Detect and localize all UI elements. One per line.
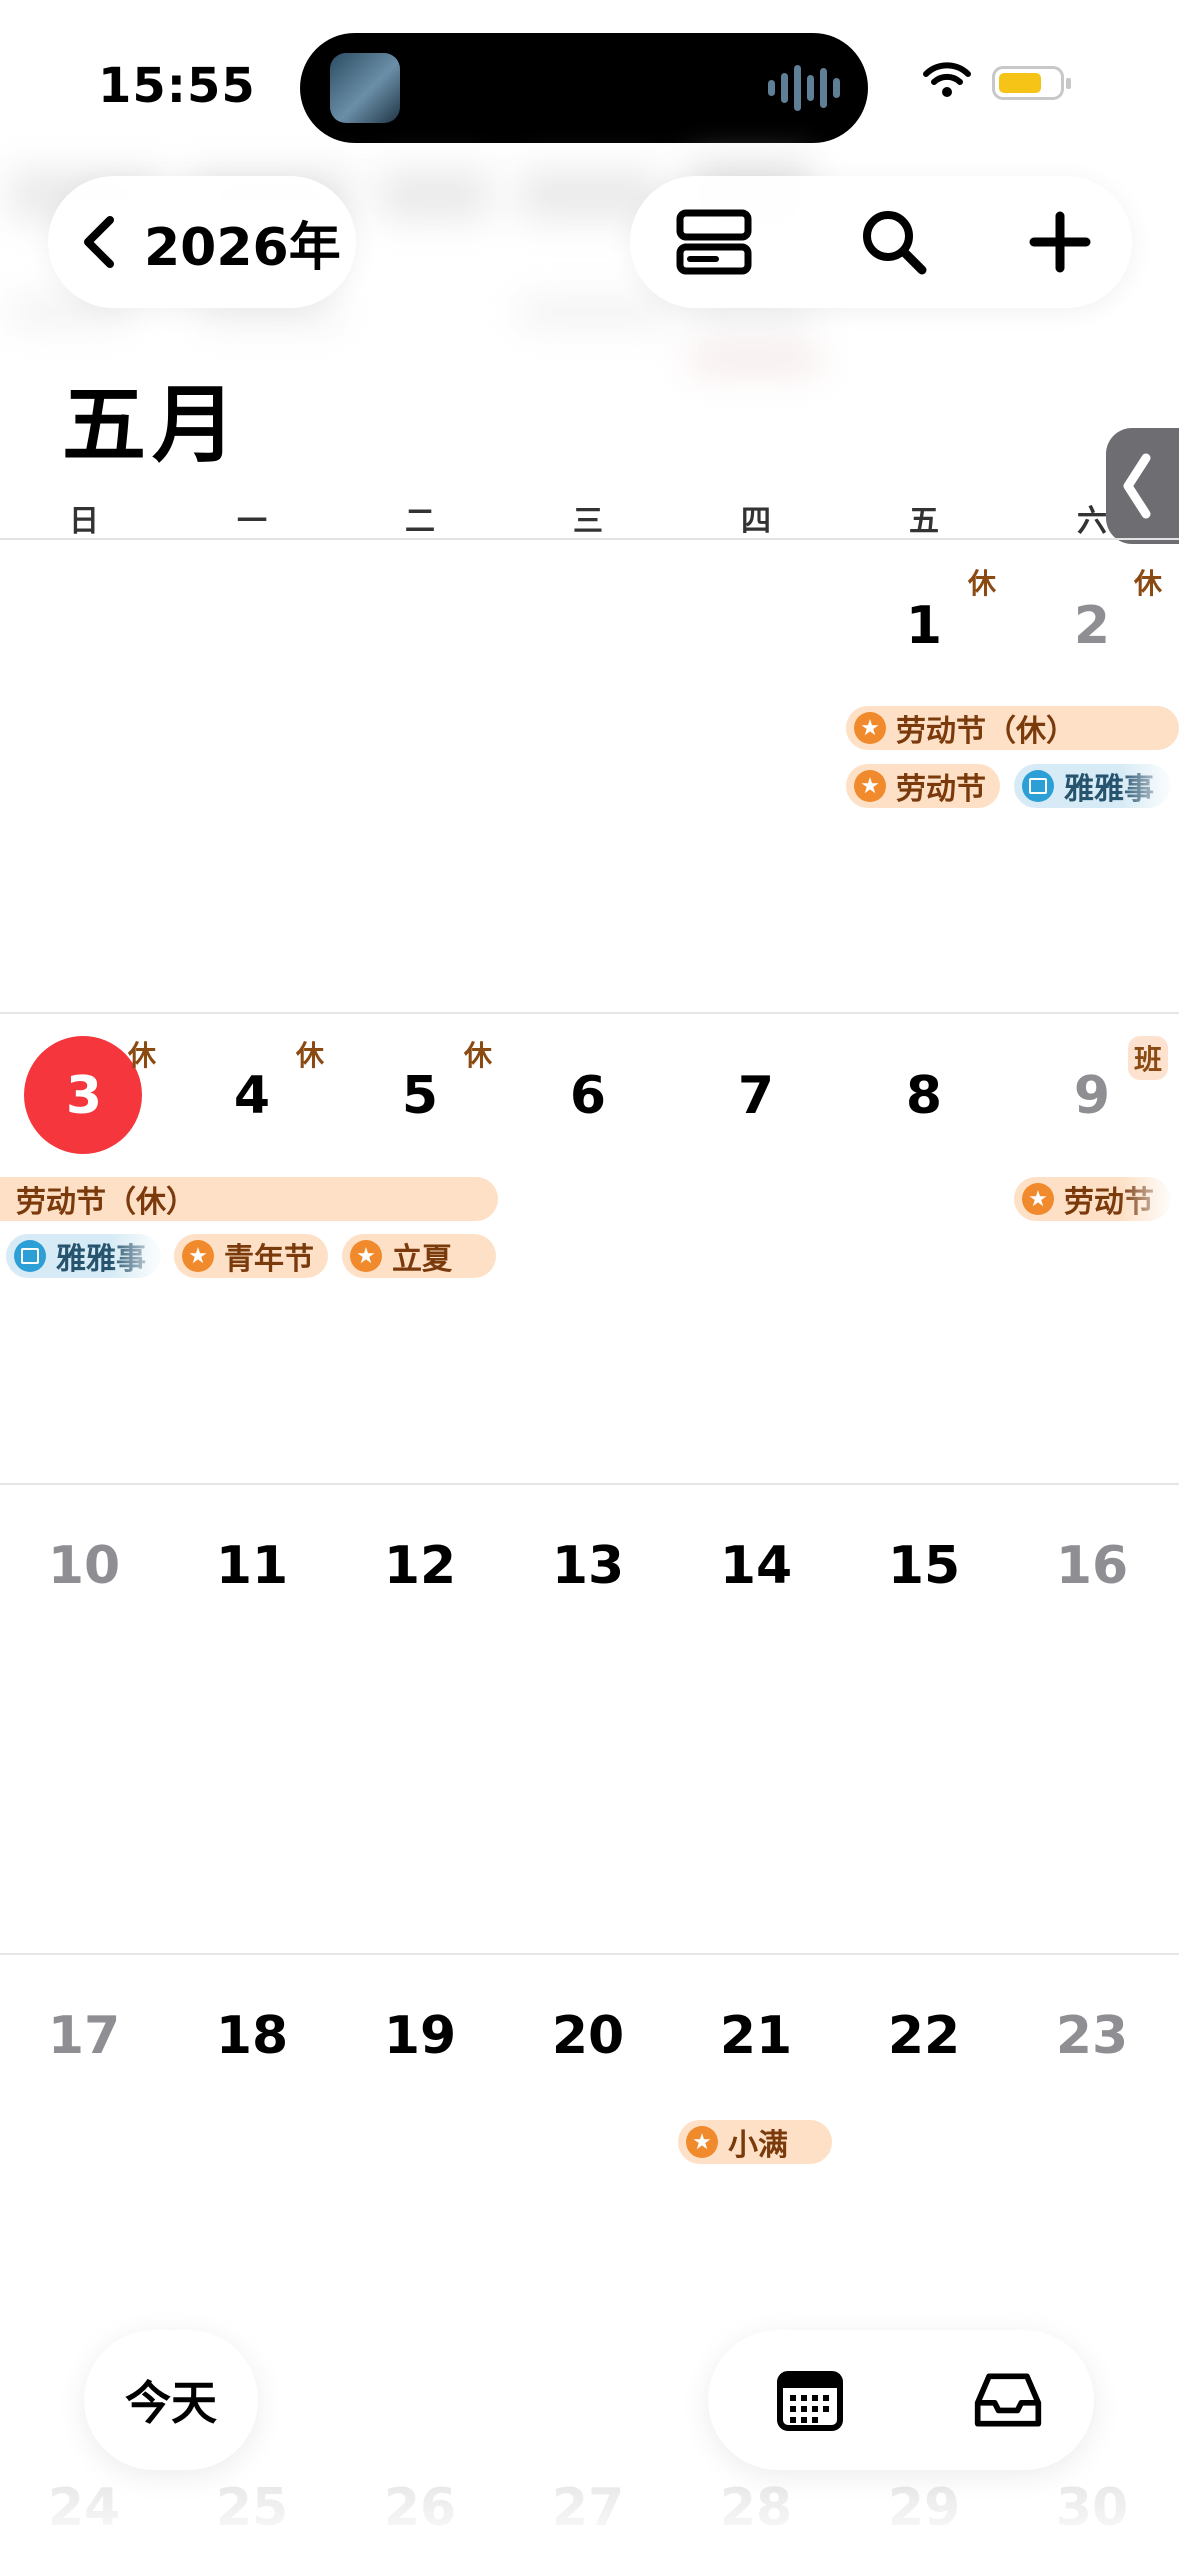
event-label: 劳动节 (1064, 1185, 1154, 1220)
today-button[interactable]: 今天 (84, 2330, 258, 2470)
star-icon: ★ (1022, 1183, 1054, 1215)
event-chip[interactable]: ★ 小满 (678, 2120, 832, 2164)
event-label: 劳动节（休） (16, 1185, 196, 1220)
battery-icon (992, 66, 1071, 100)
day-cell[interactable]: 12 (336, 1536, 504, 1596)
week-divider (0, 1012, 1179, 1014)
day-cell[interactable]: 2 (1008, 596, 1176, 656)
audio-waveform-icon (768, 63, 840, 113)
weekday-thu: 四 (741, 504, 771, 539)
inbox-button[interactable] (972, 2364, 1044, 2436)
event-label: 青年节 (224, 1242, 314, 1277)
list-view-button[interactable] (674, 202, 754, 282)
day-cell[interactable]: 23 (1008, 2006, 1176, 2066)
event-chip[interactable]: ★ 劳动节 (1014, 1177, 1170, 1221)
search-button[interactable] (854, 202, 934, 282)
day-cell-today[interactable]: 3 (0, 1066, 168, 1126)
back-to-year-button[interactable]: 2026年 (48, 176, 356, 308)
day-cell[interactable]: 4 (168, 1066, 336, 1126)
day-cell[interactable]: 17 (0, 2006, 168, 2066)
event-chip[interactable]: 雅雅事 (6, 1234, 160, 1278)
calendar-icon (14, 1240, 46, 1272)
now-playing-artwork (330, 53, 400, 123)
list-view-icon (676, 209, 752, 275)
bottom-toolbar (708, 2330, 1094, 2470)
day-cell[interactable]: 11 (168, 1536, 336, 1596)
event-chip[interactable]: ★ 劳动节（休） (846, 706, 1179, 750)
day-cell[interactable]: 15 (840, 1536, 1008, 1596)
event-chip[interactable]: ★ 青年节 (174, 1234, 328, 1278)
day-cell[interactable]: 19 (336, 2006, 504, 2066)
star-icon: ★ (854, 770, 886, 802)
star-icon: ★ (686, 2126, 718, 2158)
weekday-tue: 二 (405, 504, 435, 539)
week-divider (0, 1483, 1179, 1485)
today-label: 今天 (125, 2376, 217, 2430)
week-divider (0, 1953, 1179, 1955)
day-cell[interactable]: 5 (336, 1066, 504, 1126)
day-cell[interactable]: 13 (504, 1536, 672, 1596)
event-label: 劳动节 (896, 772, 986, 807)
event-label: 劳动节（休） (896, 714, 1076, 749)
rest-badge: 休 (296, 1039, 325, 1072)
rest-badge: 休 (968, 567, 997, 600)
inbox-icon (974, 2373, 1042, 2427)
search-icon (863, 211, 927, 275)
weekday-wed: 三 (573, 504, 603, 539)
day-cell[interactable]: 10 (0, 1536, 168, 1596)
event-chip[interactable]: 雅雅事 (1014, 764, 1170, 808)
calendar-icon (1022, 770, 1054, 802)
add-event-button[interactable] (1020, 202, 1100, 282)
day-cell[interactable]: 18 (168, 2006, 336, 2066)
header-divider (0, 538, 1179, 540)
day-cell[interactable]: 1 (840, 596, 1008, 656)
day-cell[interactable]: 6 (504, 1066, 672, 1126)
star-icon: ★ (854, 712, 886, 744)
status-time: 15:55 (98, 58, 256, 114)
day-cell[interactable]: 22 (840, 2006, 1008, 2066)
back-year-label: 2026年 (144, 217, 341, 278)
toolbar (630, 176, 1132, 308)
star-icon: ★ (182, 1240, 214, 1272)
day-cell[interactable]: 21 (672, 2006, 840, 2066)
workday-badge: 班 (1128, 1036, 1169, 1080)
weekday-fri: 五 (909, 504, 939, 539)
calendar-view-button[interactable] (774, 2364, 846, 2436)
star-icon: ★ (350, 1240, 382, 1272)
rest-badge: 休 (128, 1039, 157, 1072)
event-label: 小满 (728, 2128, 788, 2163)
event-chip[interactable]: 劳动节（休） (0, 1177, 498, 1221)
rest-badge: 休 (464, 1039, 493, 1072)
wifi-icon (922, 60, 972, 104)
day-cell[interactable]: 20 (504, 2006, 672, 2066)
rest-badge: 休 (1134, 567, 1163, 600)
calendar-grid-icon (777, 2371, 843, 2431)
event-label: 立夏 (392, 1242, 452, 1277)
month-title: 五月 (62, 376, 243, 474)
event-chip[interactable]: ★ 劳动节 (846, 764, 1000, 808)
plus-icon (1029, 211, 1091, 273)
weekday-mon: 一 (237, 504, 267, 539)
back-chevron-icon (84, 216, 114, 268)
event-label: 雅雅事 (1064, 772, 1154, 807)
day-cell[interactable]: 7 (672, 1066, 840, 1126)
day-cell[interactable]: 8 (840, 1066, 1008, 1126)
day-cell[interactable]: 16 (1008, 1536, 1176, 1596)
event-chip[interactable]: ★ 立夏 (342, 1234, 496, 1278)
weekday-sat: 六 (1077, 504, 1107, 539)
day-cell[interactable]: 14 (672, 1536, 840, 1596)
dynamic-island[interactable] (300, 33, 868, 143)
event-label: 雅雅事 (56, 1242, 146, 1277)
weekday-sun: 日 (69, 504, 99, 539)
